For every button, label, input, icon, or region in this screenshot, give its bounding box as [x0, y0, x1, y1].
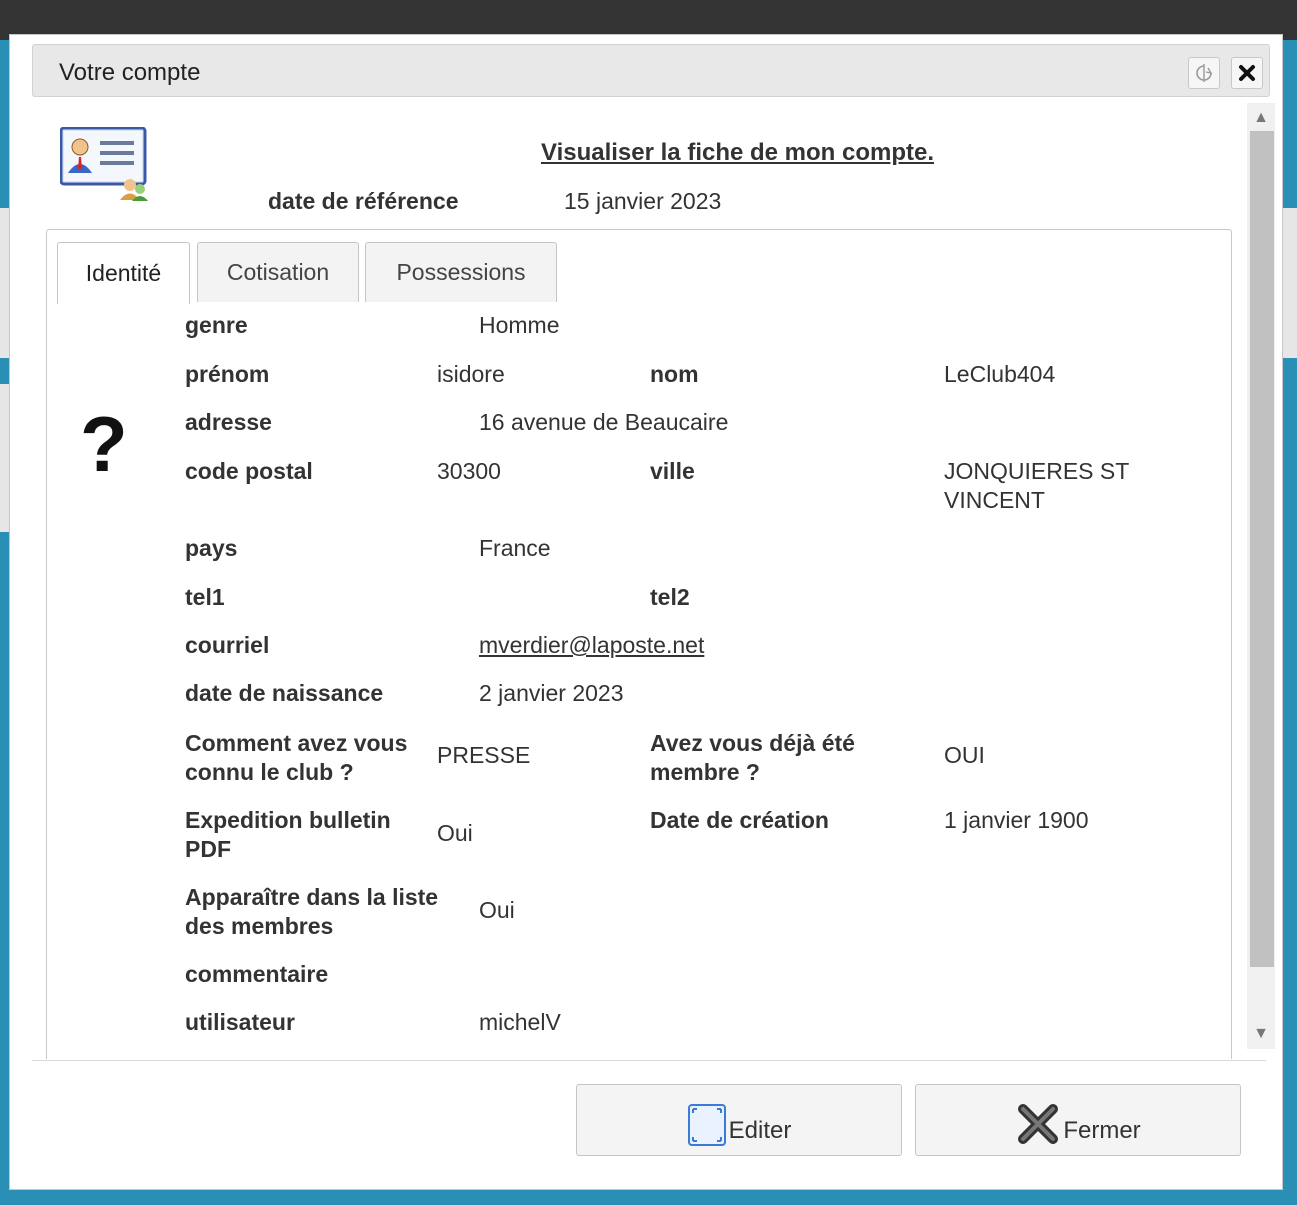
reference-date-value: 15 janvier 2023: [564, 188, 722, 214]
field-label: code postal: [185, 458, 313, 484]
tab-possessions[interactable]: Possessions: [365, 242, 557, 302]
field-label: adresse: [185, 409, 272, 435]
refresh-button[interactable]: [1188, 57, 1220, 89]
dialog-content: Visualiser la fiche de mon compte. date …: [34, 99, 1246, 1059]
field-label: nom: [650, 361, 699, 387]
field-label: des membres: [185, 913, 334, 939]
field-label: prénom: [185, 361, 270, 387]
field-value: 1 janvier 1900: [944, 807, 1089, 833]
background-panel: [0, 208, 9, 358]
close-button[interactable]: [1231, 57, 1263, 89]
close-button-label: Fermer: [1063, 1117, 1141, 1144]
email-link[interactable]: mverdier@laposte.net: [479, 631, 704, 660]
field-value: LeClub404: [944, 361, 1056, 387]
field-value: Oui: [479, 897, 515, 923]
photo-placeholder: ?: [80, 400, 128, 488]
account-card-icon: [60, 127, 148, 201]
field-label: Avez vous déjà été: [650, 730, 855, 756]
field-value: OUI: [944, 742, 985, 768]
background-panel: [0, 384, 9, 532]
field-value: France: [479, 535, 551, 561]
tab-label: Cotisation: [226, 259, 330, 285]
field-value: Homme: [479, 312, 560, 338]
field-label: Comment avez vous: [185, 730, 408, 756]
edit-button-label: Editer: [728, 1117, 792, 1144]
field-label: Date de création: [650, 807, 829, 833]
field-label: Expedition bulletin: [185, 807, 391, 833]
close-x-icon: [1018, 1104, 1059, 1144]
field-value: 16 avenue de Beaucaire: [479, 409, 729, 435]
field-value: michelV: [479, 1009, 561, 1035]
scroll-thumb[interactable]: [1250, 131, 1274, 967]
field-value: Oui: [437, 820, 473, 846]
field-label: PDF: [185, 836, 231, 862]
tab-label: Possessions: [396, 259, 526, 285]
refresh-icon: [1196, 64, 1213, 82]
field-label: Apparaître dans la liste: [185, 884, 439, 910]
view-account-link[interactable]: Visualiser la fiche de mon compte.: [541, 139, 934, 167]
dialog-title: Votre compte: [59, 59, 201, 86]
field-label: pays: [185, 535, 238, 561]
edit-icon: [687, 1104, 726, 1146]
field-value: JONQUIERES ST: [944, 458, 1130, 484]
close-icon: [1239, 65, 1255, 81]
field-label: date de naissance: [185, 680, 384, 706]
close-dialog-button[interactable]: Fermer: [915, 1084, 1241, 1156]
tab-cotisation[interactable]: Cotisation: [197, 242, 359, 302]
field-label: connu le club ?: [185, 759, 354, 785]
background-panel: [1283, 208, 1297, 358]
tab-identite[interactable]: Identité: [57, 242, 190, 304]
field-value: VINCENT: [944, 487, 1045, 513]
footer-divider: [32, 1060, 1266, 1061]
tab-label: Identité: [85, 260, 162, 286]
field-value: PRESSE: [437, 742, 531, 768]
dialog-titlebar[interactable]: Votre compte: [32, 44, 1270, 97]
field-value: 2 janvier 2023: [479, 680, 624, 706]
field-value: 30300: [437, 458, 501, 484]
field-label: tel1: [185, 584, 225, 610]
field-label: tel2: [650, 584, 690, 610]
field-value: isidore: [437, 361, 505, 387]
scroll-up-arrow-icon[interactable]: ▲: [1247, 103, 1275, 133]
tabs-panel: Identité Cotisation Possessions ? genre …: [46, 229, 1232, 1059]
field-label: courriel: [185, 632, 270, 658]
field-label: membre ?: [650, 759, 760, 785]
field-label: commentaire: [185, 961, 329, 987]
scroll-down-arrow-icon[interactable]: ▼: [1247, 1019, 1275, 1049]
content-scrollbar[interactable]: ▲ ▼: [1247, 103, 1275, 1049]
field-label: genre: [185, 312, 248, 338]
field-label: ville: [650, 458, 695, 484]
reference-date-label: date de référence: [268, 188, 459, 214]
edit-button[interactable]: Editer: [576, 1084, 902, 1156]
field-label: utilisateur: [185, 1009, 295, 1035]
account-dialog: Votre compte Visualiser la fiche de mon …: [9, 34, 1283, 1190]
